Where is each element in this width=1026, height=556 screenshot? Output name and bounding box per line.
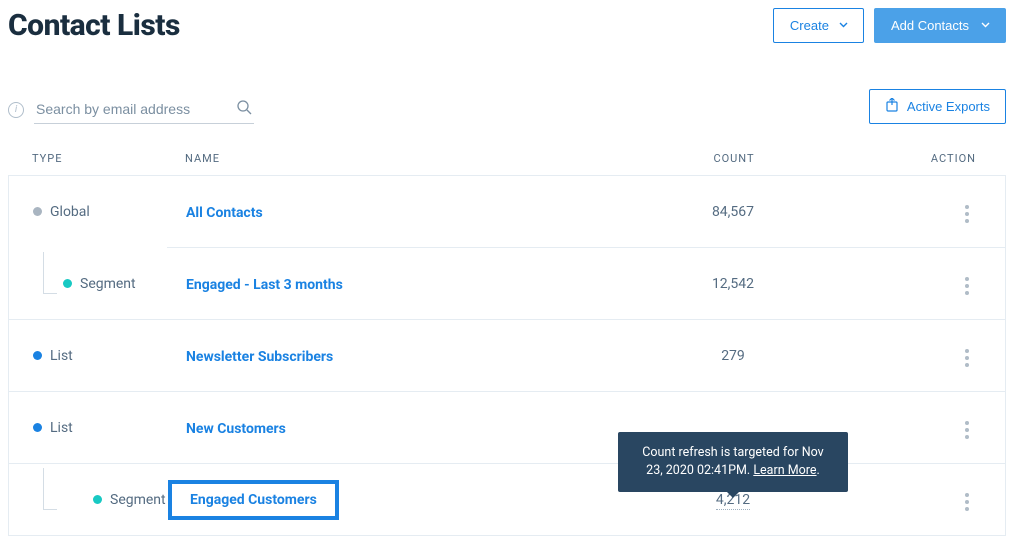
column-type: TYPE — [20, 152, 185, 165]
type-cell: List — [21, 420, 186, 436]
type-label: Global — [50, 204, 90, 220]
list-name-link[interactable]: Engaged - Last 3 months — [186, 277, 343, 293]
tree-connector — [43, 468, 57, 510]
row-actions-menu[interactable] — [959, 343, 975, 373]
name-cell: Newsletter Subscribers — [186, 346, 593, 365]
column-action: ACTION — [874, 152, 994, 165]
row-actions-menu[interactable] — [959, 199, 975, 229]
create-label: Create — [790, 18, 829, 33]
search-icon[interactable] — [236, 99, 252, 118]
tooltip-suffix: . — [817, 463, 820, 478]
table-row: Global All Contacts 84,567 — [9, 175, 1005, 247]
contacts-table: Global All Contacts 84,567 Segment Engag… — [8, 175, 1006, 536]
type-dot-list — [33, 351, 42, 360]
row-actions-menu[interactable] — [959, 415, 975, 445]
list-name-link[interactable]: Engaged Customers — [168, 480, 339, 520]
table-row: Segment Engaged - Last 3 months 12,542 — [167, 247, 1005, 319]
tree-connector — [43, 252, 57, 294]
header-actions: Create Add Contacts — [773, 8, 1006, 43]
add-contacts-label: Add Contacts — [891, 18, 969, 33]
add-contacts-button[interactable]: Add Contacts — [874, 8, 1006, 43]
create-button[interactable]: Create — [773, 8, 864, 43]
action-cell — [873, 338, 993, 373]
search-input[interactable] — [34, 95, 254, 124]
type-label: Segment — [110, 492, 166, 508]
type-label: List — [50, 420, 73, 436]
active-exports-button[interactable]: Active Exports — [869, 89, 1006, 124]
count-cell: 279 — [593, 348, 873, 364]
chevron-down-icon — [839, 22, 847, 30]
name-cell: Engaged Customers — [186, 488, 593, 512]
type-dot-segment — [63, 279, 72, 288]
subheader: i Active Exports — [8, 89, 1006, 124]
active-exports-label: Active Exports — [907, 99, 990, 114]
list-name-link[interactable]: All Contacts — [186, 205, 263, 221]
table-row: List Newsletter Subscribers 279 — [9, 319, 1005, 391]
table-row: Segment Engaged Customers Count refresh … — [9, 463, 1005, 535]
page-header: Contact Lists Create Add Contacts — [8, 8, 1006, 55]
tooltip-learn-more-link[interactable]: Learn More — [753, 463, 816, 478]
type-label: Segment — [80, 276, 136, 292]
row-actions-menu[interactable] — [959, 271, 975, 301]
action-cell — [873, 410, 993, 445]
search-area: i — [8, 95, 254, 124]
name-cell: New Customers — [186, 418, 593, 437]
count-tooltip: Count refresh is targeted for Nov 23, 20… — [618, 432, 848, 492]
type-dot-segment — [93, 495, 102, 504]
action-cell — [873, 194, 993, 229]
list-name-link[interactable]: New Customers — [186, 421, 286, 437]
column-count: COUNT — [594, 152, 874, 165]
type-dot-global — [33, 207, 42, 216]
name-cell: All Contacts — [186, 202, 593, 221]
table-header: TYPE NAME COUNT ACTION — [8, 152, 1006, 175]
count-cell: 84,567 — [593, 204, 873, 220]
list-name-link[interactable]: Newsletter Subscribers — [186, 349, 333, 365]
type-dot-list — [33, 423, 42, 432]
type-cell: Global — [21, 204, 186, 220]
info-icon[interactable]: i — [8, 102, 24, 118]
type-cell: List — [21, 348, 186, 364]
count-cell: Count refresh is targeted for Nov 23, 20… — [593, 492, 873, 508]
action-cell — [873, 482, 993, 517]
export-icon — [885, 98, 899, 115]
action-cell — [873, 266, 993, 301]
name-cell: Engaged - Last 3 months — [186, 274, 593, 293]
column-name: NAME — [185, 152, 594, 165]
page-title: Contact Lists — [8, 8, 180, 43]
type-label: List — [50, 348, 73, 364]
count-cell: 12,542 — [593, 276, 873, 292]
chevron-down-icon — [981, 22, 989, 30]
table-row: List New Customers — [9, 391, 1005, 463]
row-actions-menu[interactable] — [959, 487, 975, 517]
